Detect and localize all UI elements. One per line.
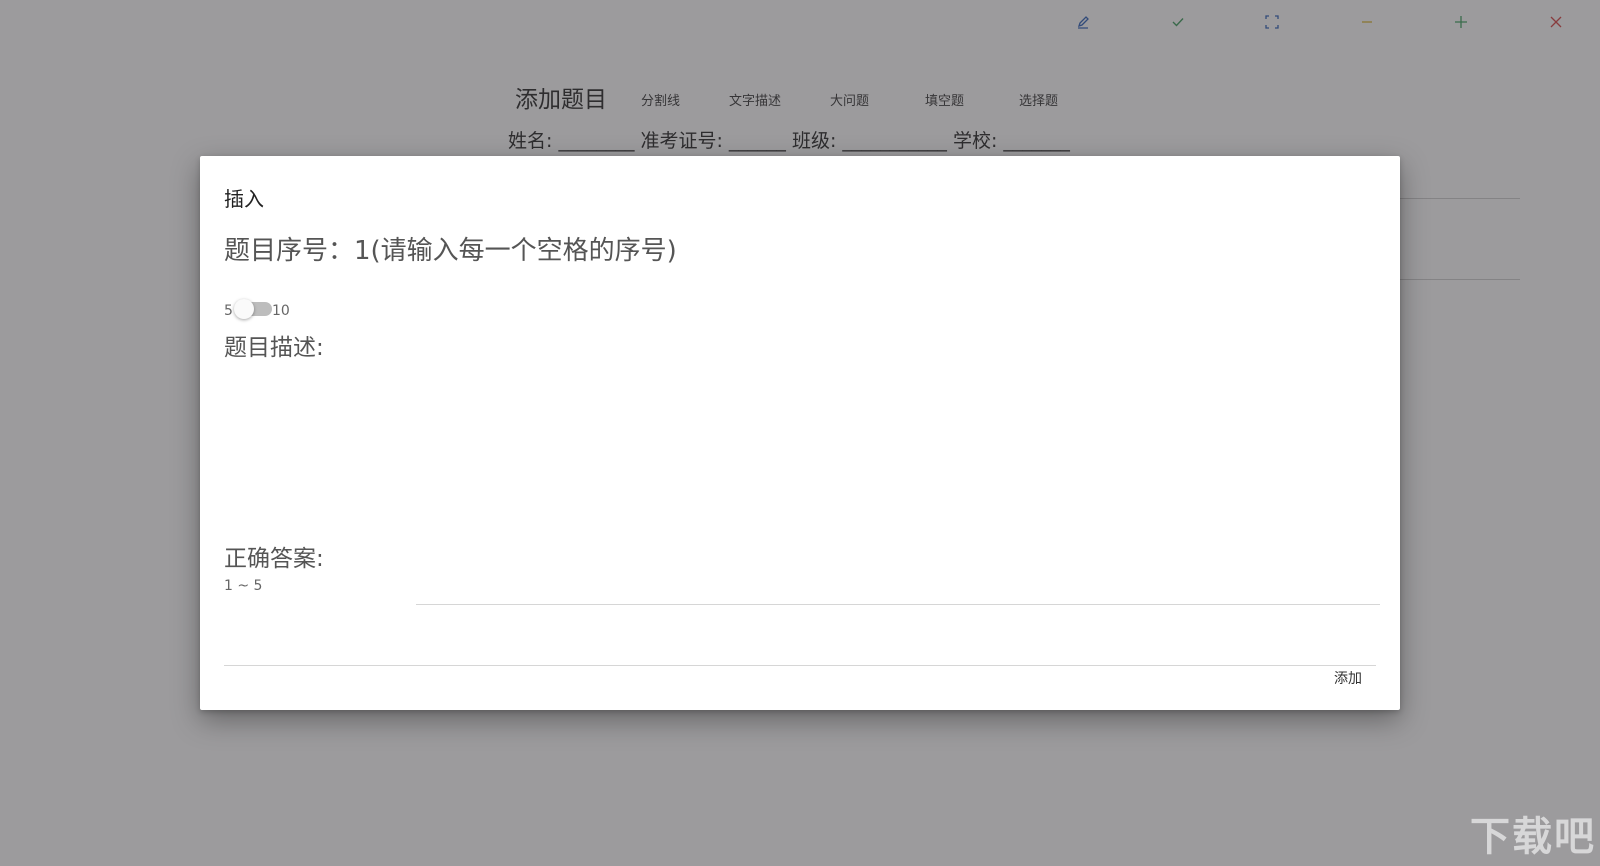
count-toggle[interactable] — [234, 299, 272, 319]
description-label: 题目描述: — [224, 335, 324, 361]
switch-min-label: 5 — [224, 303, 233, 319]
dialog-title: 插入 — [224, 187, 264, 211]
insert-dialog: 插入 题目序号：1(请输入每一个空格的序号) 5 10 题目描述: 正确答案: … — [200, 156, 1400, 710]
answer-range-hint: 1 ~ 5 — [224, 578, 263, 594]
toggle-thumb[interactable] — [234, 299, 254, 319]
question-number-label: 题目序号：1(请输入每一个空格的序号) — [224, 236, 677, 266]
answer-label: 正确答案: — [224, 546, 324, 572]
watermark-logo: 下载吧 — [1470, 813, 1596, 860]
answer-input[interactable] — [416, 574, 1380, 605]
description-textarea[interactable] — [224, 366, 1376, 666]
switch-max-label: 10 — [272, 303, 290, 319]
add-button[interactable]: 添加 — [1320, 662, 1376, 694]
